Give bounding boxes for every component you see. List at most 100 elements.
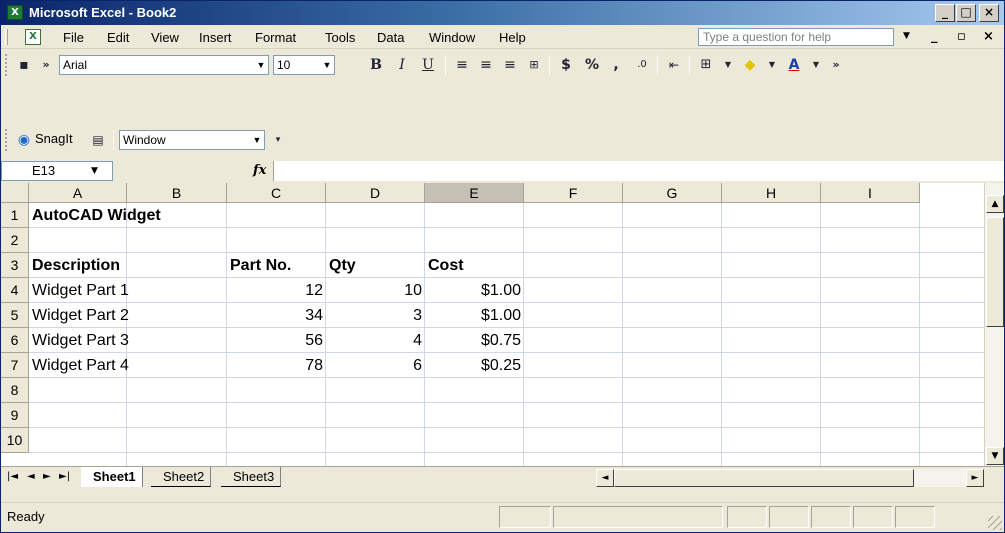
title-bar[interactable]: X Microsoft Excel - Book2 _ □ × bbox=[1, 1, 1004, 25]
scroll-up-icon[interactable]: ▲ bbox=[986, 195, 1004, 213]
row-header-6[interactable]: 6 bbox=[1, 328, 29, 353]
workbook-icon[interactable]: X bbox=[25, 29, 41, 45]
cell-e4[interactable]: $1.00 bbox=[425, 278, 524, 303]
cell-d4[interactable]: 10 bbox=[326, 278, 425, 303]
percent-icon[interactable]: % bbox=[581, 55, 603, 75]
menu-window[interactable]: Window bbox=[429, 30, 475, 45]
increase-decimal-icon[interactable]: .0 bbox=[631, 55, 653, 75]
row-header-3[interactable]: 3 bbox=[1, 253, 29, 278]
row-header-4[interactable]: 4 bbox=[1, 278, 29, 303]
cell-c4[interactable]: 12 bbox=[227, 278, 326, 303]
snagit-profile-icon[interactable]: ▤ bbox=[87, 130, 109, 150]
cell-c5[interactable]: 34 bbox=[227, 303, 326, 328]
toolbar-options-icon[interactable]: » bbox=[825, 55, 847, 75]
cell-c7[interactable]: 78 bbox=[227, 353, 326, 378]
bold-button[interactable]: B bbox=[365, 55, 387, 75]
menu-format[interactable]: Format bbox=[255, 30, 296, 45]
help-search-input[interactable]: Type a question for help bbox=[698, 28, 894, 46]
cell-d6[interactable]: 4 bbox=[326, 328, 425, 353]
insert-function-icon[interactable]: fx bbox=[253, 163, 266, 178]
menu-edit[interactable]: Edit bbox=[107, 30, 129, 45]
column-header-e[interactable]: E bbox=[425, 183, 524, 203]
column-header-c[interactable]: C bbox=[227, 183, 326, 203]
toolbar-grip[interactable] bbox=[5, 129, 8, 151]
toolbar-grip[interactable] bbox=[5, 54, 8, 76]
cell-a5[interactable]: Widget Part 2 bbox=[29, 303, 129, 328]
menu-tools[interactable]: Tools bbox=[325, 30, 355, 45]
chevron-down-icon[interactable]: ▼ bbox=[320, 56, 334, 74]
menu-view[interactable]: View bbox=[151, 30, 179, 45]
worksheet-grid[interactable]: A B C D E F G H I 1 AutoCAD Widget 2 3 Description Par… bbox=[1, 183, 984, 466]
excel-app-icon[interactable]: X bbox=[7, 5, 23, 20]
chevron-down-icon[interactable]: ▼ bbox=[250, 131, 264, 149]
row-header-10[interactable]: 10 bbox=[1, 428, 29, 453]
align-right-icon[interactable]: ≡ bbox=[499, 55, 521, 75]
toolbar-options-icon[interactable]: ▾ bbox=[267, 130, 289, 150]
save-icon[interactable]: ▪ bbox=[13, 55, 35, 75]
cell-d7[interactable]: 6 bbox=[326, 353, 425, 378]
doc-restore-button[interactable]: ▫ bbox=[957, 29, 966, 44]
first-sheet-icon[interactable]: |◄ bbox=[7, 471, 18, 482]
cell-e3[interactable]: Cost bbox=[425, 253, 524, 278]
scroll-left-icon[interactable]: ◄ bbox=[596, 469, 614, 487]
menu-file[interactable]: File bbox=[63, 30, 84, 45]
name-box-dropdown-icon[interactable]: ▼ bbox=[91, 166, 98, 176]
close-button[interactable]: × bbox=[979, 4, 999, 22]
column-header-i[interactable]: I bbox=[821, 183, 920, 203]
underline-button[interactable]: U bbox=[417, 55, 439, 75]
sheet-tab-sheet3[interactable]: Sheet3 bbox=[221, 467, 282, 487]
font-color-icon[interactable]: A bbox=[783, 55, 805, 75]
font-name-select[interactable]: Arial ▼ bbox=[59, 55, 269, 75]
sheet-tab-sheet2[interactable]: Sheet2 bbox=[151, 467, 212, 487]
snagit-label[interactable]: SnagIt bbox=[35, 131, 73, 146]
cell-a6[interactable]: Widget Part 3 bbox=[29, 328, 129, 353]
fill-color-dropdown-icon[interactable]: ▼ bbox=[761, 55, 783, 75]
cell-d3[interactable]: Qty bbox=[326, 253, 425, 278]
scroll-down-icon[interactable]: ▼ bbox=[986, 447, 1004, 465]
menu-data[interactable]: Data bbox=[377, 30, 404, 45]
cell-a7[interactable]: Widget Part 4 bbox=[29, 353, 129, 378]
toolbar-overflow-icon[interactable]: » bbox=[35, 55, 57, 75]
menu-help[interactable]: Help bbox=[499, 30, 526, 45]
cell-a3[interactable]: Description bbox=[29, 253, 127, 278]
comma-style-icon[interactable]: , bbox=[605, 55, 627, 75]
row-header-5[interactable]: 5 bbox=[1, 303, 29, 328]
cell-c6[interactable]: 56 bbox=[227, 328, 326, 353]
font-color-dropdown-icon[interactable]: ▼ bbox=[805, 55, 827, 75]
vertical-scroll-thumb[interactable] bbox=[986, 217, 1004, 327]
row-header-9[interactable]: 9 bbox=[1, 403, 29, 428]
sheet-tab-sheet1[interactable]: Sheet1 bbox=[81, 467, 143, 487]
decrease-indent-icon[interactable]: ⇤ bbox=[663, 55, 685, 75]
column-header-b[interactable]: B bbox=[127, 183, 227, 203]
menu-grip[interactable] bbox=[5, 29, 8, 45]
select-all-corner[interactable] bbox=[1, 183, 29, 203]
formula-input[interactable] bbox=[273, 161, 1004, 181]
prev-sheet-icon[interactable]: ◄ bbox=[27, 471, 35, 482]
menu-insert[interactable]: Insert bbox=[199, 30, 232, 45]
doc-minimize-button[interactable]: _ bbox=[931, 29, 938, 44]
column-header-h[interactable]: H bbox=[722, 183, 821, 203]
column-header-a[interactable]: A bbox=[29, 183, 127, 203]
cell-d5[interactable]: 3 bbox=[326, 303, 425, 328]
cell-e5[interactable]: $1.00 bbox=[425, 303, 524, 328]
minimize-button[interactable]: _ bbox=[935, 4, 955, 22]
cell-e6[interactable]: $0.75 bbox=[425, 328, 524, 353]
row-header-8[interactable]: 8 bbox=[1, 378, 29, 403]
align-center-icon[interactable]: ≡ bbox=[475, 55, 497, 75]
scroll-right-icon[interactable]: ► bbox=[966, 469, 984, 487]
column-header-f[interactable]: F bbox=[524, 183, 623, 203]
merge-center-icon[interactable]: ⊞ bbox=[523, 55, 545, 75]
cell-c3[interactable]: Part No. bbox=[227, 253, 326, 278]
align-left-icon[interactable]: ≡ bbox=[451, 55, 473, 75]
capture-mode-select[interactable]: Window ▼ bbox=[119, 130, 265, 150]
row-header-7[interactable]: 7 bbox=[1, 353, 29, 378]
borders-icon[interactable]: ⊞ bbox=[695, 55, 717, 75]
next-sheet-icon[interactable]: ► bbox=[43, 471, 51, 482]
borders-dropdown-icon[interactable]: ▼ bbox=[717, 55, 739, 75]
column-header-g[interactable]: G bbox=[623, 183, 722, 203]
cell-a4[interactable]: Widget Part 1 bbox=[29, 278, 129, 303]
help-dropdown-icon[interactable]: ▼ bbox=[903, 31, 910, 41]
vertical-scrollbar[interactable]: ▲ ▼ bbox=[984, 183, 1004, 466]
horizontal-scroll-thumb[interactable] bbox=[614, 469, 914, 487]
italic-button[interactable]: I bbox=[391, 55, 413, 75]
